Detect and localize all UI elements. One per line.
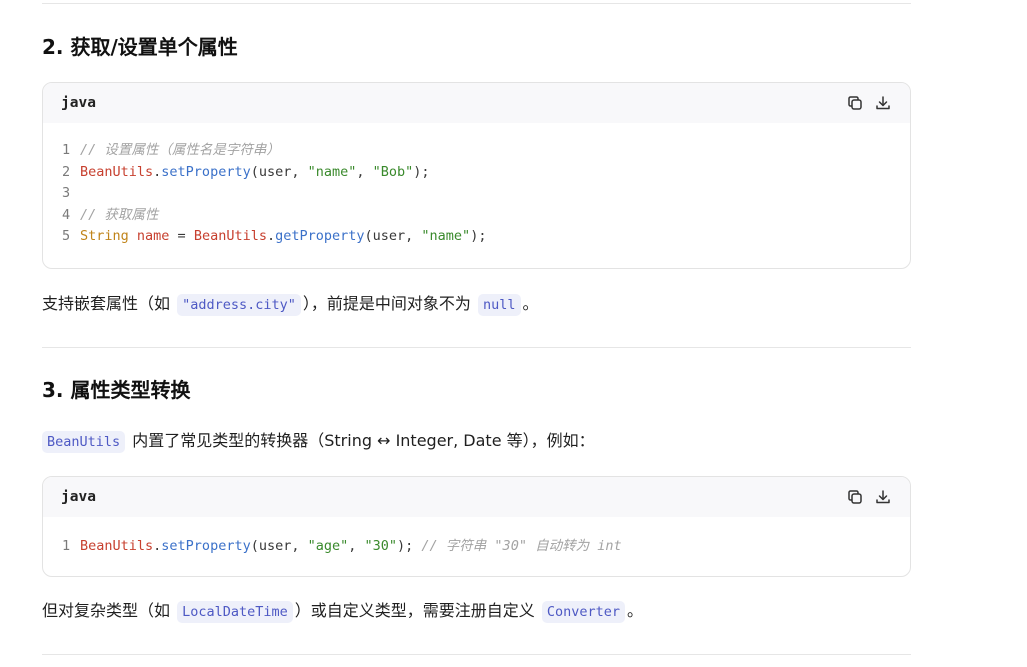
section-heading-3: 3. 属性类型转换 (42, 378, 191, 402)
code-block-2: java 1 BeanUtils.setProperty(user, "age"… (42, 476, 911, 577)
copy-icon[interactable] (846, 94, 864, 112)
code-line: 3 (43, 183, 910, 205)
code-string: "name" (307, 163, 357, 180)
code-comment: // 设置属性（属性名是字符串） (80, 142, 280, 158)
download-icon[interactable] (874, 488, 892, 506)
code-string: "30" (364, 538, 398, 554)
code-actions (846, 488, 892, 506)
code-comment: // 获取属性 (80, 206, 159, 223)
line-number: 3 (62, 185, 71, 202)
code-method: setProperty (161, 538, 251, 554)
code-line: 1 BeanUtils.setProperty(user, "age", "30… (43, 536, 910, 558)
code-class: BeanUtils (193, 228, 267, 245)
line-number: 1 (62, 538, 71, 554)
code-block-header: java (43, 83, 910, 123)
code-comment: // 字符串 "30" 自动转为 int (421, 538, 622, 554)
code-line: 1 // 设置属性（属性名是字符串） (43, 140, 910, 162)
code-string: "Bob" (372, 163, 414, 180)
code-actions (846, 94, 892, 112)
code-line: 2 BeanUtils.setProperty(user, "name", "B… (43, 162, 910, 184)
code-string: "name" (421, 228, 471, 245)
inline-code: BeanUtils (42, 431, 126, 453)
code-variable: name (128, 228, 170, 245)
code-body: 1 // 设置属性（属性名是字符串） 2 BeanUtils.setProper… (43, 123, 910, 260)
paragraph-type-conversion: BeanUtils 内置了常见类型的转换器（String ↔ Integer, … (42, 429, 595, 454)
code-language-label: java (61, 489, 96, 505)
section-heading-2: 2. 获取/设置单个属性 (42, 35, 238, 59)
article-content: 2. 获取/设置单个属性 java 1 // 设置属性（属性名是字符串） 2 B… (0, 0, 1027, 667)
inline-code: LocalDateTime (177, 601, 293, 623)
code-line: 4 // 获取属性 (43, 205, 910, 227)
code-line: 5 String name = BeanUtils.getProperty(us… (43, 226, 910, 248)
divider-bottom (42, 654, 911, 655)
line-number: 1 (62, 142, 71, 158)
code-class: BeanUtils (80, 163, 154, 180)
paragraph-nested-properties: 支持嵌套属性（如 "address.city" ），前提是中间对象不为 null。 (42, 292, 539, 317)
divider-top (42, 3, 911, 4)
code-language-label: java (61, 95, 96, 111)
code-body: 1 BeanUtils.setProperty(user, "age", "30… (43, 517, 910, 570)
divider (42, 347, 911, 348)
line-number: 2 (62, 163, 71, 180)
line-number: 4 (62, 206, 71, 223)
code-class: BeanUtils (80, 538, 154, 554)
code-string: "age" (307, 538, 349, 554)
download-icon[interactable] (874, 94, 892, 112)
line-number: 5 (62, 228, 71, 245)
code-block-header: java (43, 477, 910, 517)
copy-icon[interactable] (846, 488, 864, 506)
code-method: setProperty (161, 163, 251, 180)
inline-code: null (477, 294, 521, 316)
code-type: String (80, 228, 129, 245)
inline-code: Converter (541, 601, 626, 623)
inline-code: "address.city" (177, 294, 301, 316)
code-block-1: java 1 // 设置属性（属性名是字符串） 2 BeanUtils.setP… (42, 82, 911, 269)
paragraph-custom-converter: 但对复杂类型（如 LocalDateTime ）或自定义类型，需要注册自定义 Co… (42, 599, 643, 624)
code-method: getProperty (275, 228, 365, 245)
